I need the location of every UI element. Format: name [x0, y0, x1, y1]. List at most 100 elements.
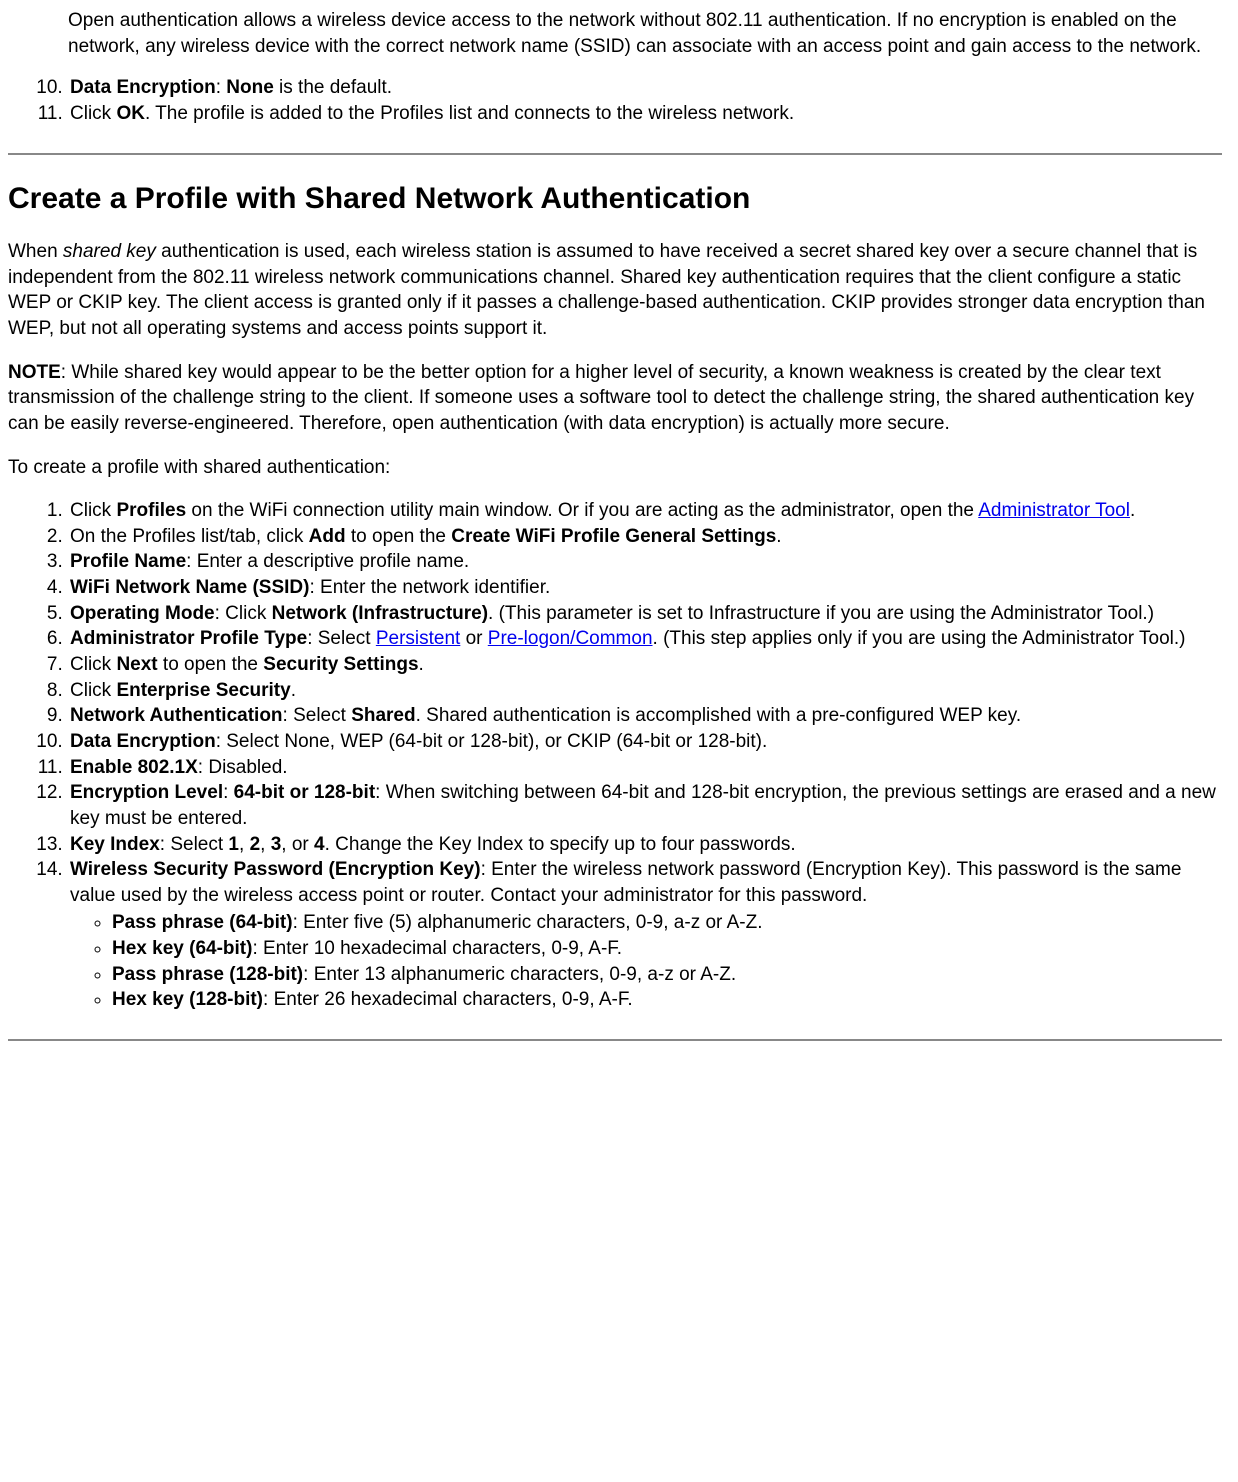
p1a: When: [8, 241, 63, 262]
step-9: Network Authentication: Select Shared. S…: [68, 703, 1222, 729]
step-2: On the Profiles list/tab, click Add to o…: [68, 524, 1222, 550]
sep: :: [216, 77, 227, 98]
t: . Change the Key Index to specify up to …: [325, 834, 796, 855]
b: Pass phrase (64-bit): [112, 912, 293, 933]
b: 3: [271, 834, 282, 855]
intro-paragraph: To create a profile with shared authenti…: [8, 455, 1222, 481]
t: . (This step applies only if you are usi…: [653, 628, 1186, 649]
sub-pass-128: Pass phrase (128-bit): Enter 13 alphanum…: [112, 962, 1222, 988]
t: .: [419, 654, 424, 675]
administrator-tool-link[interactable]: Administrator Tool: [978, 500, 1130, 521]
b: Shared: [351, 705, 415, 726]
persistent-link[interactable]: Persistent: [376, 628, 460, 649]
t: : Select: [160, 834, 229, 855]
sub-pass-64: Pass phrase (64-bit): Enter five (5) alp…: [112, 910, 1222, 936]
t: : Enter 26 hexadecimal characters, 0-9, …: [263, 989, 633, 1010]
note-text: : While shared key would appear to be th…: [8, 362, 1194, 434]
tail: . The profile is added to the Profiles l…: [145, 103, 794, 124]
t: .: [1130, 500, 1135, 521]
top-step-10: Data Encryption: None is the default.: [68, 75, 1222, 101]
t: : Select: [283, 705, 352, 726]
prelogon-common-link[interactable]: Pre-logon/Common: [488, 628, 653, 649]
step-14: Wireless Security Password (Encryption K…: [68, 857, 1222, 1013]
step-3: Profile Name: Enter a descriptive profil…: [68, 549, 1222, 575]
t: On the Profiles list/tab, click: [70, 526, 309, 547]
b: Pass phrase (128-bit): [112, 964, 303, 985]
t: to open the: [346, 526, 452, 547]
b: Hex key (64-bit): [112, 938, 252, 959]
b: Add: [309, 526, 346, 547]
step-7: Click Next to open the Security Settings…: [68, 652, 1222, 678]
divider: [8, 153, 1222, 155]
note-label: NOTE: [8, 362, 61, 383]
t: : Select: [307, 628, 376, 649]
b: Profile Name: [70, 551, 186, 572]
t: : Enter a descriptive profile name.: [186, 551, 469, 572]
sub-hex-64: Hex key (64-bit): Enter 10 hexadecimal c…: [112, 936, 1222, 962]
b: Hex key (128-bit): [112, 989, 263, 1010]
b: 64-bit or 128-bit: [234, 782, 375, 803]
t: : Enter five (5) alphanumeric characters…: [293, 912, 763, 933]
step-11: Enable 802.1X: Disabled.: [68, 755, 1222, 781]
top-step-11: Click OK. The profile is added to the Pr…: [68, 101, 1222, 127]
open-auth-paragraph: Open authentication allows a wireless de…: [8, 8, 1222, 59]
sub-hex-128: Hex key (128-bit): Enter 26 hexadecimal …: [112, 987, 1222, 1013]
encryption-key-sublist: Pass phrase (64-bit): Enter five (5) alp…: [70, 910, 1222, 1013]
shared-key-paragraph: When shared key authentication is used, …: [8, 239, 1222, 342]
t: or: [460, 628, 487, 649]
b: Key Index: [70, 834, 160, 855]
b: Wireless Security Password (Encryption K…: [70, 859, 481, 880]
b: Enterprise Security: [116, 680, 290, 701]
t: :: [223, 782, 234, 803]
b: Next: [116, 654, 157, 675]
note-paragraph: NOTE: While shared key would appear to b…: [8, 360, 1222, 437]
steps-list: Click Profiles on the WiFi connection ut…: [8, 498, 1222, 1013]
b: Administrator Profile Type: [70, 628, 307, 649]
b: 2: [250, 834, 261, 855]
step-5: Operating Mode: Click Network (Infrastru…: [68, 601, 1222, 627]
label: Data Encryption: [70, 77, 216, 98]
t: .: [291, 680, 296, 701]
t: Click: [70, 500, 116, 521]
t: : Enter 10 hexadecimal characters, 0-9, …: [252, 938, 622, 959]
step-1: Click Profiles on the WiFi connection ut…: [68, 498, 1222, 524]
t: . (This parameter is set to Infrastructu…: [488, 603, 1154, 624]
t: : Disabled.: [198, 757, 288, 778]
t: Click: [70, 654, 116, 675]
t: : Enter the network identifier.: [309, 577, 550, 598]
divider-bottom: [8, 1039, 1222, 1041]
t: . Shared authentication is accomplished …: [416, 705, 1022, 726]
b: Data Encryption: [70, 731, 216, 752]
b: 1: [228, 834, 239, 855]
t: .: [776, 526, 781, 547]
step-8: Click Enterprise Security.: [68, 678, 1222, 704]
pre: Click: [70, 103, 116, 124]
t: on the WiFi connection utility main wind…: [186, 500, 978, 521]
t: ,: [239, 834, 250, 855]
tail: is the default.: [274, 77, 392, 98]
b: Operating Mode: [70, 603, 215, 624]
b: Network Authentication: [70, 705, 283, 726]
p1b: authentication is used, each wireless st…: [8, 241, 1205, 339]
b: Security Settings: [263, 654, 418, 675]
t: : Select None, WEP (64-bit or 128-bit), …: [216, 731, 768, 752]
b: WiFi Network Name (SSID): [70, 577, 309, 598]
b: 4: [314, 834, 325, 855]
t: , or: [281, 834, 314, 855]
section-heading: Create a Profile with Shared Network Aut…: [8, 179, 1222, 220]
step-10: Data Encryption: Select None, WEP (64-bi…: [68, 729, 1222, 755]
step-6: Administrator Profile Type: Select Persi…: [68, 626, 1222, 652]
step-12: Encryption Level: 64-bit or 128-bit: Whe…: [68, 780, 1222, 831]
t: : Enter 13 alphanumeric characters, 0-9,…: [303, 964, 736, 985]
top-step-list: Data Encryption: None is the default. Cl…: [8, 75, 1222, 126]
step-4: WiFi Network Name (SSID): Enter the netw…: [68, 575, 1222, 601]
b: Profiles: [116, 500, 186, 521]
t: : Click: [215, 603, 272, 624]
b: Network (Infrastructure): [272, 603, 488, 624]
value: None: [226, 77, 274, 98]
t: Click: [70, 680, 116, 701]
step-13: Key Index: Select 1, 2, 3, or 4. Change …: [68, 832, 1222, 858]
t: ,: [260, 834, 271, 855]
b: Encryption Level: [70, 782, 223, 803]
label: OK: [116, 103, 145, 124]
